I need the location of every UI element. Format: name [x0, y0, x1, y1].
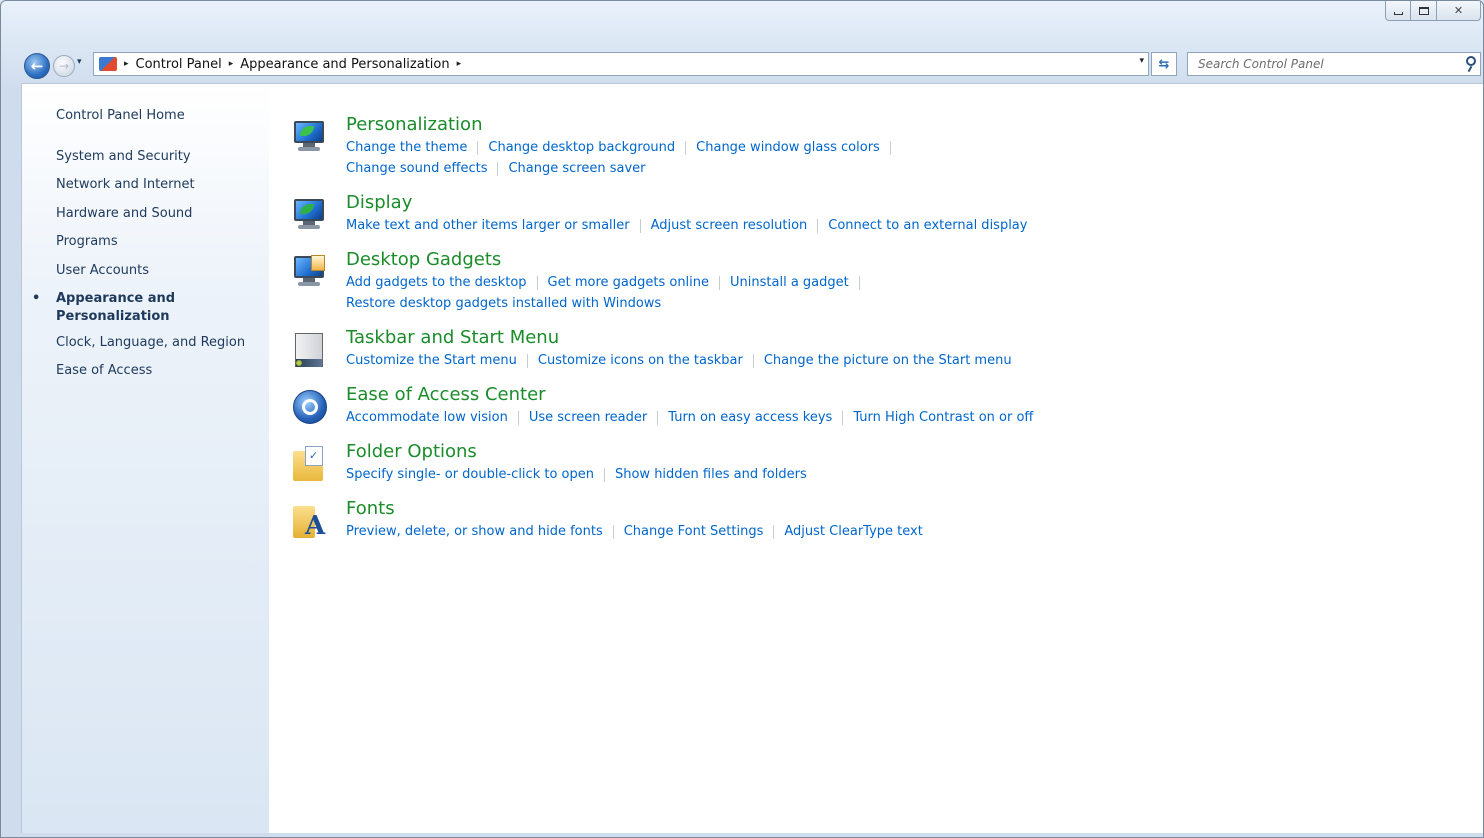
- task-link[interactable]: Adjust screen resolution: [651, 218, 808, 233]
- task-link[interactable]: Adjust ClearType text: [784, 524, 922, 539]
- refresh-icon: ⇆: [1158, 56, 1170, 72]
- task-link[interactable]: Get more gadgets online: [548, 275, 709, 290]
- address-bar[interactable]: ▸ Control Panel ▸ Appearance and Persona…: [93, 52, 1149, 76]
- category-links: Change the theme Change desktop backgroun…: [346, 137, 1246, 179]
- sidebar-item-label: Appearance and Personalization: [56, 291, 176, 324]
- minimize-button[interactable]: [1385, 1, 1411, 21]
- search-icon[interactable]: [1466, 56, 1476, 66]
- category-links: Specify single- or double-click to open S…: [346, 464, 1246, 485]
- current-item-bullet: •: [32, 291, 41, 306]
- address-dropdown-button[interactable]: ▾: [1139, 56, 1144, 66]
- category-display: Display Make text and other items larger…: [291, 192, 1471, 244]
- main-panel: Personalization Change the theme Change d…: [269, 84, 1483, 833]
- sidebar-item-clock-language[interactable]: Clock, Language, and Region: [56, 334, 245, 352]
- task-link[interactable]: Turn on easy access keys: [668, 410, 832, 425]
- category-links: Customize the Start menu Customize icons …: [346, 350, 1246, 371]
- maximize-button[interactable]: [1411, 1, 1437, 21]
- forward-button[interactable]: →: [53, 55, 75, 77]
- task-link[interactable]: Customize the Start menu: [346, 353, 517, 368]
- sidebar-item-user-accounts[interactable]: User Accounts: [56, 262, 149, 280]
- category-links: Accommodate low vision Use screen reader T…: [346, 407, 1246, 428]
- sidebar-item-network[interactable]: Network and Internet: [56, 176, 195, 194]
- category-ease-of-access-center: Ease of Access Center Accommodate low vi…: [291, 384, 1471, 436]
- sidebar-item-appearance-current: • Appearance and Personalization: [32, 290, 196, 326]
- category-taskbar-start-menu: Taskbar and Start Menu Customize the Sta…: [291, 327, 1471, 379]
- category-title[interactable]: Personalization: [346, 114, 482, 136]
- breadcrumb-appearance[interactable]: Appearance and Personalization: [240, 57, 449, 72]
- recent-pages-button[interactable]: ▾: [77, 57, 82, 67]
- category-title[interactable]: Folder Options: [346, 441, 477, 463]
- task-link[interactable]: Change the theme: [346, 140, 467, 155]
- category-title[interactable]: Taskbar and Start Menu: [346, 327, 559, 349]
- category-personalization: Personalization Change the theme Change d…: [291, 114, 1471, 176]
- breadcrumb-separator[interactable]: ▸: [457, 59, 462, 69]
- close-button[interactable]: ✕: [1437, 1, 1481, 21]
- refresh-button[interactable]: ⇆: [1151, 52, 1177, 76]
- search-input[interactable]: [1188, 53, 1448, 75]
- task-link[interactable]: Accommodate low vision: [346, 410, 508, 425]
- back-arrow-icon: ←: [30, 57, 44, 75]
- category-title[interactable]: Display: [346, 192, 412, 214]
- category-desktop-gadgets: Desktop Gadgets Add gadgets to the deskt…: [291, 249, 1471, 311]
- breadcrumb-separator[interactable]: ▸: [229, 59, 234, 69]
- category-links: Add gadgets to the desktop Get more gadge…: [346, 272, 1246, 314]
- task-link[interactable]: Uninstall a gadget: [730, 275, 849, 290]
- fonts-icon[interactable]: A: [291, 502, 327, 540]
- forward-arrow-icon: →: [58, 59, 70, 73]
- navigation-toolbar: ← → ▾ ▸ Control Panel ▸ Appearance and P…: [1, 45, 1483, 83]
- task-link[interactable]: Make text and other items larger or smal…: [346, 218, 630, 233]
- breadcrumb-separator[interactable]: ▸: [124, 59, 129, 69]
- category-links: Make text and other items larger or smal…: [346, 215, 1246, 236]
- task-link[interactable]: Specify single- or double-click to open: [346, 467, 594, 482]
- minimize-icon: [1393, 12, 1403, 15]
- caption-buttons: ✕: [1385, 1, 1481, 21]
- task-link[interactable]: Change screen saver: [508, 161, 645, 176]
- task-link[interactable]: Change window glass colors: [696, 140, 880, 155]
- sidebar-item-system-security[interactable]: System and Security: [56, 148, 191, 166]
- content-frame: Control Panel Home System and Security N…: [21, 83, 1483, 833]
- category-title[interactable]: Desktop Gadgets: [346, 249, 501, 271]
- task-link[interactable]: Change Font Settings: [624, 524, 764, 539]
- task-link[interactable]: Change desktop background: [488, 140, 675, 155]
- task-link[interactable]: Add gadgets to the desktop: [346, 275, 527, 290]
- sidebar-item-programs[interactable]: Programs: [56, 233, 118, 251]
- task-link[interactable]: Change sound effects: [346, 161, 487, 176]
- category-title[interactable]: Ease of Access Center: [346, 384, 546, 406]
- chevron-down-icon: ▾: [77, 57, 82, 67]
- sidebar-item-ease-of-access[interactable]: Ease of Access: [56, 362, 152, 380]
- back-button[interactable]: ←: [24, 53, 50, 79]
- category-links: Preview, delete, or show and hide fonts C…: [346, 521, 1246, 542]
- category-folder-options: ✓ Folder Options Specify single- or doub…: [291, 441, 1471, 493]
- breadcrumb-control-panel[interactable]: Control Panel: [136, 57, 222, 72]
- sidebar-item-hardware[interactable]: Hardware and Sound: [56, 205, 192, 223]
- sidebar-home-link[interactable]: Control Panel Home: [56, 107, 185, 125]
- sidebar: Control Panel Home System and Security N…: [22, 84, 269, 833]
- close-icon: ✕: [1453, 4, 1464, 17]
- personalization-icon[interactable]: [291, 118, 327, 156]
- display-icon[interactable]: [291, 196, 327, 234]
- search-box[interactable]: [1187, 52, 1481, 76]
- ease-of-access-icon[interactable]: [291, 388, 327, 426]
- task-link[interactable]: Use screen reader: [529, 410, 647, 425]
- task-link[interactable]: Show hidden files and folders: [615, 467, 807, 482]
- task-link[interactable]: Customize icons on the taskbar: [538, 353, 743, 368]
- task-link[interactable]: Restore desktop gadgets installed with W…: [346, 296, 661, 311]
- control-panel-window: ✕ ← → ▾ ▸ Control Panel ▸ Appearance and…: [0, 0, 1484, 838]
- control-panel-icon: [99, 57, 117, 71]
- taskbar-icon[interactable]: [291, 331, 327, 369]
- category-fonts: A Fonts Preview, delete, or show and hid…: [291, 498, 1471, 550]
- task-link[interactable]: Connect to an external display: [828, 218, 1027, 233]
- maximize-icon: [1418, 6, 1429, 15]
- gadgets-icon[interactable]: [291, 253, 327, 291]
- category-title[interactable]: Fonts: [346, 498, 395, 520]
- folder-options-icon[interactable]: ✓: [291, 445, 327, 483]
- task-link[interactable]: Preview, delete, or show and hide fonts: [346, 524, 603, 539]
- task-link[interactable]: Change the picture on the Start menu: [764, 353, 1012, 368]
- task-link[interactable]: Turn High Contrast on or off: [853, 410, 1033, 425]
